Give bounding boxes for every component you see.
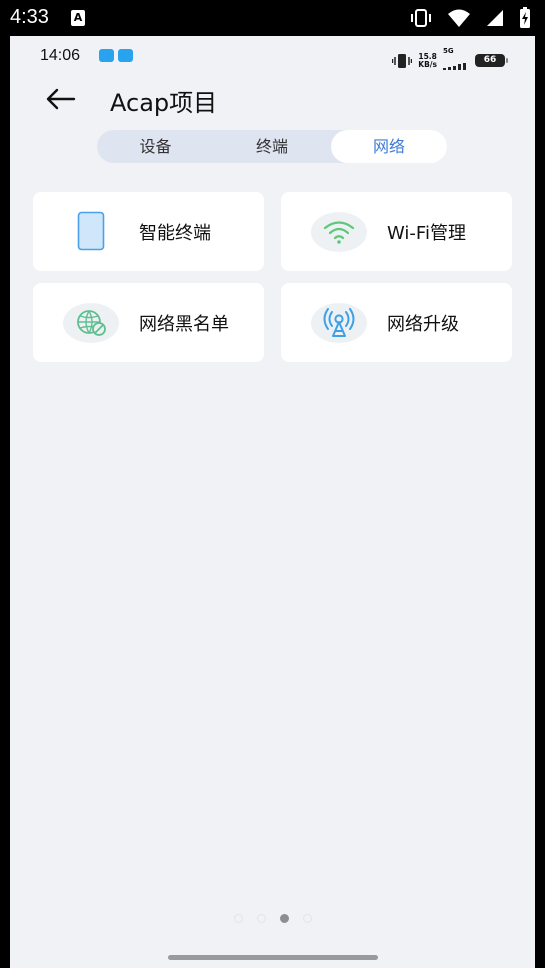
page-title: Acap项目 bbox=[110, 89, 218, 117]
app-status-bar: 14:06 15.8 KB/s 5G 66 bbox=[10, 36, 535, 76]
battery-level: 66 bbox=[475, 54, 508, 67]
page-dot[interactable] bbox=[233, 914, 243, 923]
card-network-blacklist[interactable]: 网络黑名单 bbox=[33, 283, 264, 362]
tab-devices[interactable]: 设备 bbox=[97, 130, 214, 163]
cloud-app-icon bbox=[99, 49, 114, 62]
app-screen: 14:06 15.8 KB/s 5G 66 Acap项目 设备 终端 网络 智能… bbox=[10, 36, 535, 968]
device-status-bar: 4:33 A bbox=[0, 0, 545, 36]
card-smart-terminal[interactable]: 智能终端 bbox=[33, 192, 264, 271]
vibrate-icon bbox=[411, 9, 431, 27]
cellular-5g: 5G bbox=[443, 47, 469, 74]
notification-a-icon: A bbox=[71, 10, 85, 26]
card-wifi-management[interactable]: Wi-Fi管理 bbox=[281, 192, 512, 271]
message-app-icon bbox=[118, 49, 133, 62]
signal-bars-icon bbox=[443, 63, 466, 70]
battery-charging-icon bbox=[520, 7, 530, 28]
upgrade-icon-badge bbox=[311, 303, 367, 343]
tab-bar: 设备 终端 网络 bbox=[97, 130, 447, 163]
card-label: 网络黑名单 bbox=[139, 314, 229, 335]
page-dot[interactable] bbox=[302, 914, 312, 923]
card-label: 智能终端 bbox=[139, 223, 211, 244]
cellular-icon bbox=[487, 10, 503, 26]
page-dot-active[interactable] bbox=[279, 914, 289, 923]
home-indicator[interactable] bbox=[168, 955, 378, 960]
blacklist-icon-badge bbox=[63, 303, 119, 343]
phone-icon bbox=[77, 211, 105, 251]
app-header: Acap项目 bbox=[10, 80, 535, 120]
signal-tower-icon bbox=[323, 308, 355, 337]
wifi-icon bbox=[323, 221, 355, 244]
wifi-icon bbox=[448, 9, 470, 27]
arrow-left-icon bbox=[46, 88, 76, 110]
network-speed: 15.8 KB/s bbox=[418, 52, 437, 69]
network-type: 5G bbox=[443, 47, 454, 55]
app-status-time: 14:06 bbox=[40, 47, 81, 64]
page-dot[interactable] bbox=[256, 914, 266, 923]
vibrate-icon bbox=[392, 53, 413, 68]
card-network-upgrade[interactable]: 网络升级 bbox=[281, 283, 512, 362]
wifi-icon-badge bbox=[311, 212, 367, 252]
device-time: 4:33 bbox=[10, 6, 49, 28]
globe-blocked-icon bbox=[77, 310, 106, 336]
page-indicator bbox=[10, 914, 535, 923]
card-label: Wi-Fi管理 bbox=[387, 223, 466, 244]
speed-unit: KB/s bbox=[418, 59, 437, 69]
card-label: 网络升级 bbox=[387, 314, 459, 335]
tab-terminals[interactable]: 终端 bbox=[214, 130, 330, 163]
back-button[interactable] bbox=[44, 84, 78, 114]
tab-network[interactable]: 网络 bbox=[331, 130, 447, 163]
